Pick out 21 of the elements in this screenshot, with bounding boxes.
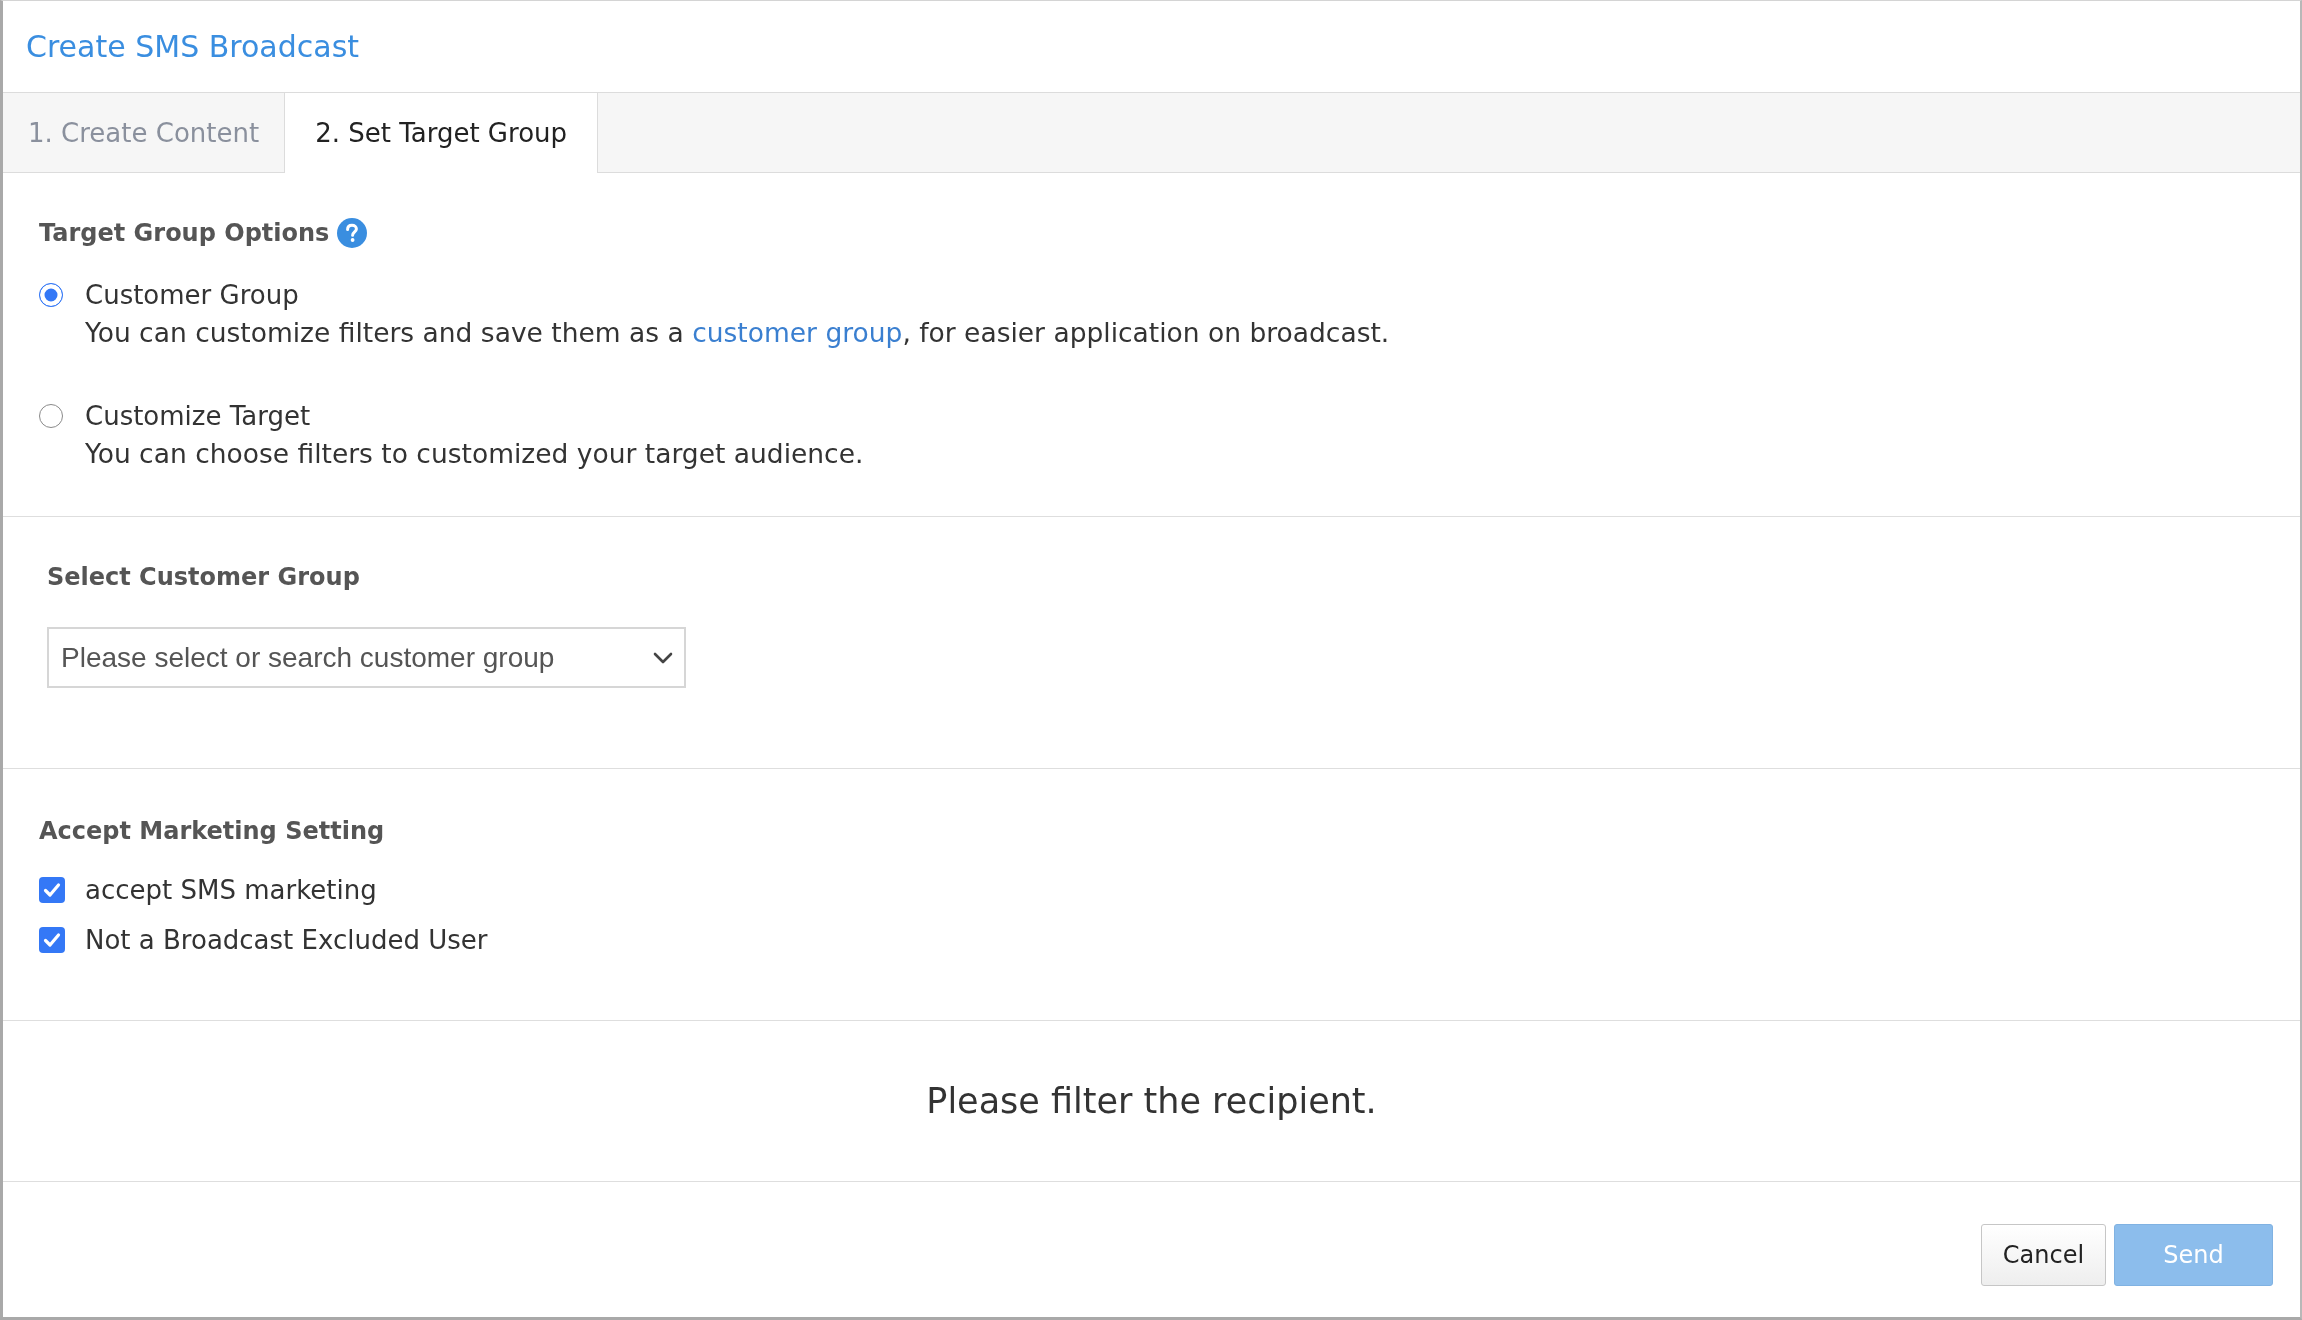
section-heading: Select Customer Group (47, 562, 361, 593)
tab[interactable]: 2. Set Target Group (285, 93, 599, 173)
checkbox[interactable] (39, 877, 65, 903)
help-icon[interactable] (337, 218, 368, 248)
caret-icon (653, 652, 673, 664)
dialog-title: Create SMS Broadcast (26, 27, 360, 66)
empty-message: Please filter the recipient. (926, 1080, 1377, 1123)
checkbox-label: accept SMS marketing (85, 874, 377, 907)
checkbox-label: Not a Broadcast Excluded User (85, 924, 488, 957)
text-link[interactable]: customer group (692, 317, 903, 348)
dropdown-field[interactable]: Please select or search customer group (47, 627, 686, 688)
dialog-button[interactable]: Cancel (1981, 1224, 2106, 1286)
radio-label: Customize Target (85, 400, 311, 433)
option-description: You can choose filters to customized your target audience. (84, 437, 865, 471)
option-description: You can customize filters and save them as a customer group, for easier application on broadcast. (84, 316, 1391, 350)
radio-button[interactable] (39, 404, 63, 428)
section-heading: Target Group Options (39, 218, 330, 249)
checkbox[interactable] (39, 927, 65, 953)
radio-label: Customer Group (85, 279, 299, 312)
radio-button[interactable] (39, 283, 63, 307)
section-heading: Accept Marketing Setting (39, 816, 386, 847)
